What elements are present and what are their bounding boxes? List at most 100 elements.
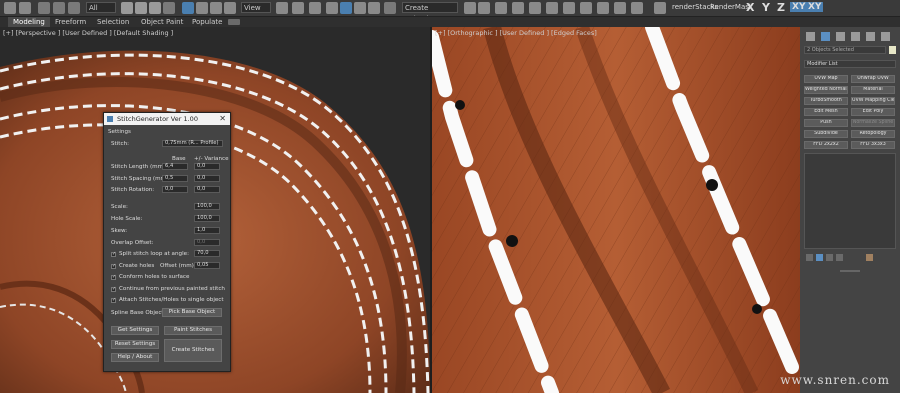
show-end-result-icon[interactable]	[816, 254, 823, 261]
select-object-icon[interactable]	[121, 2, 133, 14]
split-stitch-checkbox[interactable]: ✓	[111, 252, 116, 257]
snap-3d-icon[interactable]	[326, 2, 338, 14]
modifier-button-ffd-2x2x2[interactable]: FFD 2x2x2	[804, 141, 848, 149]
hole-scale-input[interactable]: 100,0	[194, 215, 220, 222]
mirror-icon[interactable]	[464, 2, 476, 14]
curve-editor-icon[interactable]	[546, 2, 558, 14]
window-crossing-icon[interactable]	[163, 2, 175, 14]
hierarchy-tab-icon[interactable]	[836, 32, 845, 41]
viewport-right-label[interactable]: [+] [Orthographic ] [User Defined ] [Edg…	[435, 29, 597, 37]
modifier-button-edit-mesh[interactable]: Edit Mesh	[804, 108, 848, 116]
axis-xy-toggle-button[interactable]: XY	[806, 2, 824, 12]
rotate-icon[interactable]	[196, 2, 208, 14]
create-tab-icon[interactable]	[806, 32, 815, 41]
make-unique-icon[interactable]	[826, 254, 833, 261]
axis-x-button[interactable]: X	[746, 1, 754, 14]
toggle-layer-explorer-icon[interactable]	[512, 2, 524, 14]
continue-stitch-checkbox[interactable]: ✓	[111, 287, 116, 292]
percent-snap-icon[interactable]	[354, 2, 366, 14]
modifier-button-turbosmooth[interactable]: TurboSmooth	[804, 97, 848, 105]
tab-populate[interactable]: Populate	[187, 17, 227, 27]
select-by-name-icon[interactable]	[135, 2, 147, 14]
attach-stitches-checkbox[interactable]: ✓	[111, 298, 116, 303]
unlink-icon[interactable]	[53, 2, 65, 14]
stitch-rotation-base-input[interactable]: 0,0	[162, 186, 188, 193]
select-manipulate-icon[interactable]	[292, 2, 304, 14]
help-about-button[interactable]: Help / About	[111, 353, 159, 362]
scale-icon[interactable]	[210, 2, 222, 14]
create-stitches-button[interactable]: Create Stitches	[164, 339, 222, 362]
orthographic-viewport[interactable]: [+] [Orthographic ] [User Defined ] [Edg…	[432, 27, 800, 393]
modifier-button-edit-poly[interactable]: Edit Poly	[851, 108, 895, 116]
undo-icon[interactable]	[4, 2, 16, 14]
angle-snap-icon[interactable]	[340, 2, 352, 14]
pin-stack-icon[interactable]	[806, 254, 813, 261]
stitch-length-base-input[interactable]: 6,4	[162, 163, 188, 170]
rendered-frame-window-icon[interactable]	[614, 2, 626, 14]
schematic-view-icon[interactable]	[563, 2, 575, 14]
dialog-titlebar[interactable]: StitchGenerator Ver 1.00 ✕	[104, 113, 230, 125]
modifier-list-dropdown[interactable]: Modifier List	[804, 60, 896, 68]
modifier-button-uvw-map[interactable]: UVW Map	[804, 75, 848, 83]
render-setup-icon[interactable]	[597, 2, 609, 14]
scale-input[interactable]: 100,0	[194, 203, 220, 210]
modifier-button-material[interactable]: Material	[851, 86, 895, 94]
modifier-stack-list[interactable]	[804, 153, 896, 249]
viewport-left-label[interactable]: [+] [Perspective ] [User Defined ] [Defa…	[3, 29, 173, 37]
split-angle-input[interactable]: 70,0	[194, 250, 220, 257]
modifier-button-weighted-normals[interactable]: Weighted Normals	[804, 86, 848, 94]
modifier-button-normalize-spline[interactable]: Normalize Spline	[851, 119, 895, 127]
axis-y-button[interactable]: Y	[762, 1, 770, 14]
placement-icon[interactable]	[224, 2, 236, 14]
stitch-length-variance-input[interactable]: 0,0	[194, 163, 220, 170]
modifier-button-retopology[interactable]: Retopology	[851, 130, 895, 138]
render-production-icon[interactable]	[631, 2, 643, 14]
tab-object-paint[interactable]: Object Paint	[136, 17, 188, 27]
skew-input[interactable]: 1,0	[194, 227, 220, 234]
edit-named-selection-icon[interactable]	[384, 2, 396, 14]
toggle-ribbon-icon[interactable]	[529, 2, 541, 14]
spinner-snap-icon[interactable]	[368, 2, 380, 14]
reset-settings-button[interactable]: Reset Settings	[111, 340, 159, 349]
named-selection-set-dropdown[interactable]: Create Selection Se	[402, 2, 458, 23]
stitch-spacing-base-input[interactable]: 0,5	[162, 175, 188, 182]
axis-xy-button[interactable]: XY	[790, 2, 808, 12]
axis-z-button[interactable]: Z	[777, 1, 785, 14]
conform-holes-checkbox[interactable]: ✓	[111, 275, 116, 280]
remove-modifier-icon[interactable]	[836, 254, 843, 261]
link-icon[interactable]	[38, 2, 50, 14]
modifier-button-uvw-mapping-clear[interactable]: UVW Mapping Clear	[851, 97, 895, 105]
tab-selection[interactable]: Selection	[92, 17, 134, 27]
rect-region-icon[interactable]	[149, 2, 161, 14]
render-stacks-icon[interactable]	[654, 2, 666, 14]
redo-icon[interactable]	[19, 2, 31, 14]
close-icon[interactable]: ✕	[219, 113, 226, 125]
selection-filter-dropdown[interactable]: All	[86, 2, 116, 13]
modifier-button-subdivide[interactable]: Subdivide	[804, 130, 848, 138]
modify-tab-icon[interactable]	[821, 32, 830, 41]
align-icon[interactable]	[478, 2, 490, 14]
utilities-tab-icon[interactable]	[881, 32, 890, 41]
toggle-scene-explorer-icon[interactable]	[495, 2, 507, 14]
ribbon-options-icon[interactable]	[228, 19, 240, 25]
material-editor-icon[interactable]	[580, 2, 592, 14]
tab-freeform[interactable]: Freeform	[50, 17, 91, 27]
motion-tab-icon[interactable]	[851, 32, 860, 41]
get-settings-button[interactable]: Get Settings	[111, 326, 159, 335]
create-holes-checkbox[interactable]: ✓	[111, 264, 116, 269]
keyboard-shortcut-icon[interactable]	[309, 2, 321, 14]
stitch-profile-dropdown[interactable]: 0,75mm (R... Profile)	[162, 140, 223, 147]
pivot-icon[interactable]	[276, 2, 288, 14]
object-name-field[interactable]: 2 Objects Selected	[804, 46, 886, 54]
stitch-spacing-variance-input[interactable]: 0,0	[194, 175, 220, 182]
offset-input[interactable]: 0,05	[194, 262, 220, 269]
stitch-rotation-variance-input[interactable]: 0,0	[194, 186, 220, 193]
display-tab-icon[interactable]	[866, 32, 875, 41]
configure-modifier-sets-icon[interactable]	[866, 254, 873, 261]
modifier-button-unwrap-uvw[interactable]: Unwrap UVW	[851, 75, 895, 83]
bind-space-warp-icon[interactable]	[68, 2, 80, 14]
move-icon[interactable]	[182, 2, 194, 14]
paint-stitches-button[interactable]: Paint Stitches	[164, 326, 222, 335]
object-color-swatch[interactable]	[889, 46, 896, 54]
ref-coord-dropdown[interactable]: View	[241, 2, 271, 13]
